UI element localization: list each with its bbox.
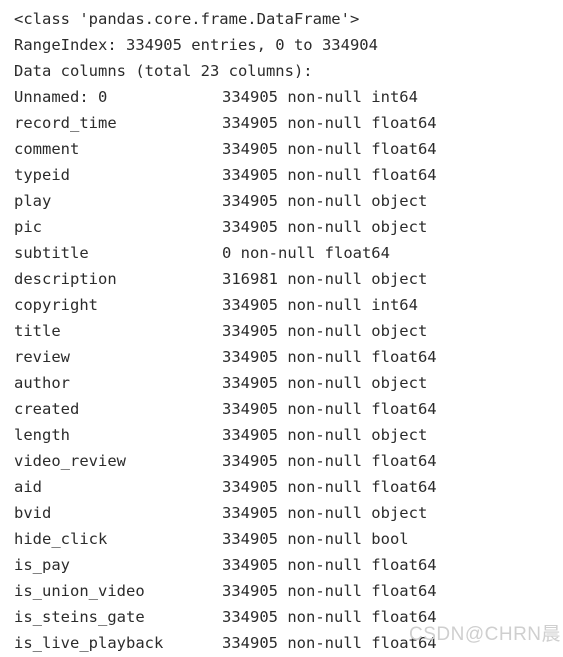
- column-row: is_steins_gate 334905 non-null float64: [14, 604, 563, 630]
- column-name: subtitle: [14, 244, 89, 262]
- column-name: record_time: [14, 114, 117, 132]
- column-nonnull-dtype: 334905 non-null float64: [222, 166, 437, 184]
- column-row: aid 334905 non-null float64: [14, 474, 563, 500]
- column-name: title: [14, 322, 61, 340]
- column-name: is_live_playback: [14, 634, 164, 652]
- column-name: created: [14, 400, 80, 418]
- column-nonnull-dtype: 334905 non-null float64: [222, 582, 437, 600]
- column-name: bvid: [14, 504, 52, 522]
- column-name: is_steins_gate: [14, 608, 145, 626]
- column-row: copyright 334905 non-null int64: [14, 292, 563, 318]
- column-nonnull-dtype: 334905 non-null float64: [222, 556, 437, 574]
- column-row: record_time 334905 non-null float64: [14, 110, 563, 136]
- column-name: is_pay: [14, 556, 70, 574]
- column-name: pic: [14, 218, 42, 236]
- column-row: review 334905 non-null float64: [14, 344, 563, 370]
- column-name: length: [14, 426, 70, 444]
- column-name: video_review: [14, 452, 126, 470]
- column-name: comment: [14, 140, 80, 158]
- column-nonnull-dtype: 334905 non-null bool: [222, 530, 409, 548]
- column-row: comment 334905 non-null float64: [14, 136, 563, 162]
- column-name: is_union_video: [14, 582, 145, 600]
- column-row: is_live_playback 334905 non-null float64: [14, 630, 563, 656]
- column-row: Unnamed: 0 334905 non-null int64: [14, 84, 563, 110]
- column-row: pic 334905 non-null object: [14, 214, 563, 240]
- column-name: typeid: [14, 166, 70, 184]
- column-name: review: [14, 348, 70, 366]
- column-nonnull-dtype: 334905 non-null float64: [222, 348, 437, 366]
- column-name: play: [14, 192, 52, 210]
- column-nonnull-dtype: 334905 non-null object: [222, 374, 428, 392]
- column-row: video_review 334905 non-null float64: [14, 448, 563, 474]
- column-row: length 334905 non-null object: [14, 422, 563, 448]
- column-nonnull-dtype: 334905 non-null float64: [222, 478, 437, 496]
- column-row: typeid 334905 non-null float64: [14, 162, 563, 188]
- output-text-block: <class 'pandas.core.frame.DataFrame'> Ra…: [14, 6, 563, 656]
- column-nonnull-dtype: 334905 non-null object: [222, 322, 428, 340]
- column-nonnull-dtype: 316981 non-null object: [222, 270, 428, 288]
- column-row: hide_click 334905 non-null bool: [14, 526, 563, 552]
- column-name: copyright: [14, 296, 98, 314]
- column-row: title 334905 non-null object: [14, 318, 563, 344]
- column-name: Unnamed: 0: [14, 88, 108, 106]
- column-nonnull-dtype: 0 non-null float64: [222, 244, 390, 262]
- column-nonnull-dtype: 334905 non-null object: [222, 426, 428, 444]
- column-row: subtitle 0 non-null float64: [14, 240, 563, 266]
- column-nonnull-dtype: 334905 non-null float64: [222, 114, 437, 132]
- column-nonnull-dtype: 334905 non-null float64: [222, 400, 437, 418]
- range-index-line: RangeIndex: 334905 entries, 0 to 334904: [14, 36, 378, 54]
- dataframe-class-line: <class 'pandas.core.frame.DataFrame'>: [14, 10, 360, 28]
- column-row: author 334905 non-null object: [14, 370, 563, 396]
- column-nonnull-dtype: 334905 non-null object: [222, 218, 428, 236]
- dataframe-info-output: <class 'pandas.core.frame.DataFrame'> Ra…: [0, 0, 563, 657]
- column-name: hide_click: [14, 530, 108, 548]
- column-row: created 334905 non-null float64: [14, 396, 563, 422]
- column-nonnull-dtype: 334905 non-null float64: [222, 608, 437, 626]
- column-row: description 316981 non-null object: [14, 266, 563, 292]
- column-list: Unnamed: 0 334905 non-null int64 record_ti…: [14, 84, 563, 656]
- column-row: play 334905 non-null object: [14, 188, 563, 214]
- column-row: is_pay 334905 non-null float64: [14, 552, 563, 578]
- column-nonnull-dtype: 334905 non-null int64: [222, 88, 418, 106]
- column-name: aid: [14, 478, 42, 496]
- column-name: author: [14, 374, 70, 392]
- column-row: is_union_video 334905 non-null float64: [14, 578, 563, 604]
- column-nonnull-dtype: 334905 non-null object: [222, 504, 428, 522]
- column-nonnull-dtype: 334905 non-null float64: [222, 634, 437, 652]
- column-nonnull-dtype: 334905 non-null object: [222, 192, 428, 210]
- column-nonnull-dtype: 334905 non-null float64: [222, 452, 437, 470]
- data-columns-header-line: Data columns (total 23 columns):: [14, 62, 313, 80]
- column-name: description: [14, 270, 117, 288]
- column-row: bvid 334905 non-null object: [14, 500, 563, 526]
- column-nonnull-dtype: 334905 non-null float64: [222, 140, 437, 158]
- column-nonnull-dtype: 334905 non-null int64: [222, 296, 418, 314]
